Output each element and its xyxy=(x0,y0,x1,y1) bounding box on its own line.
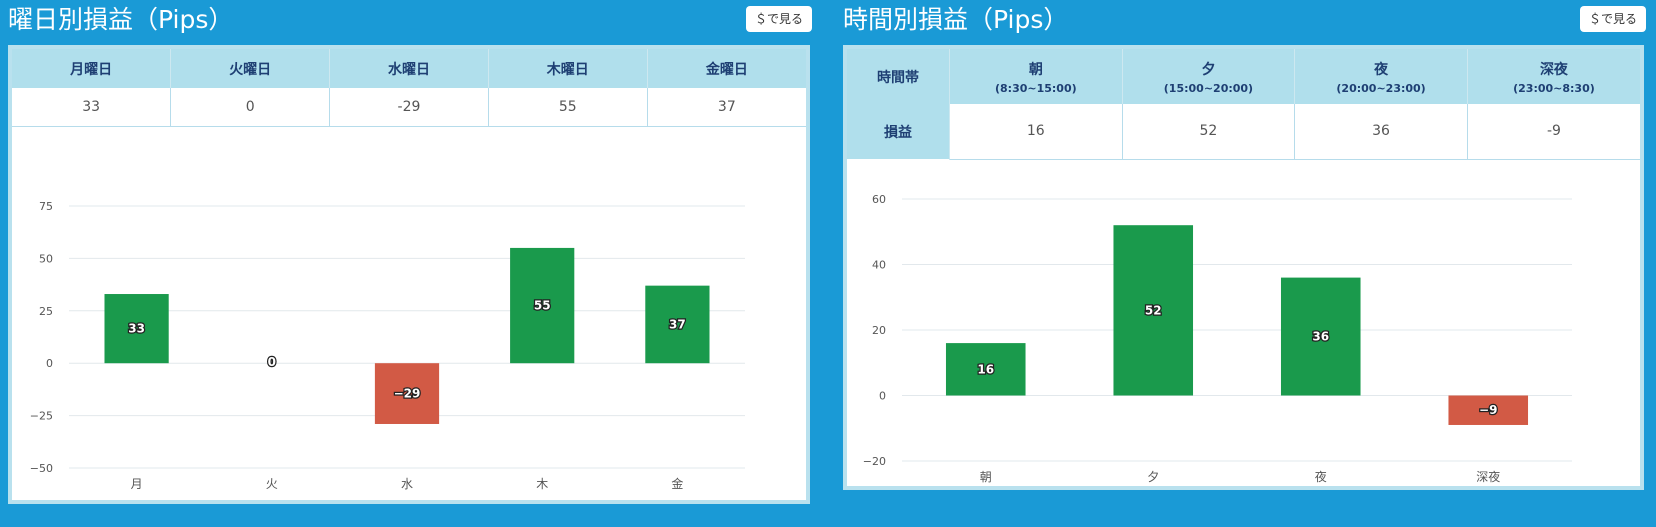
hour-header-night-name: 夜 xyxy=(1374,61,1389,78)
hour-header-night-range: (20:00~23:00) xyxy=(1336,81,1426,95)
weekday-header-mon: 月曜日 xyxy=(12,49,172,88)
hour-category-label: 夜 xyxy=(1315,469,1327,484)
weekday-category-label: 水 xyxy=(401,477,413,491)
weekday-header-thu: 木曜日 xyxy=(488,49,648,88)
hour-y-tick-label: 0 xyxy=(879,390,886,403)
hour-y-tick-label: 60 xyxy=(872,193,886,206)
hour-title: 時間別損益（Pips） xyxy=(843,5,1069,34)
weekday-value-wed: -29 xyxy=(329,88,489,127)
weekday-y-tick-label: 50 xyxy=(39,252,53,265)
hour-header-evening: 夕 (15:00~20:00) xyxy=(1122,49,1296,104)
weekday-category-label: 火 xyxy=(266,477,278,491)
hour-category-label: 夕 xyxy=(1147,470,1159,484)
hour-row-header-pnl: 損益 xyxy=(847,104,950,159)
weekday-y-tick-label: 75 xyxy=(39,200,53,213)
hour-card: 時間帯 朝 (8:30~15:00) 夕 (15:00~20:00) 夜 (20:00… xyxy=(843,45,1644,490)
weekday-header-wed: 水曜日 xyxy=(329,49,489,88)
hour-bar-chart: −20 0 20 40 60 16 朝 52 夕 36 夜 −9 深夜 xyxy=(863,193,1572,484)
hour-value-latenight: -9 xyxy=(1467,104,1640,160)
hour-header-evening-range: (15:00~20:00) xyxy=(1163,81,1254,95)
weekday-data-label: −29 xyxy=(394,387,421,401)
weekday-value-tue: 0 xyxy=(170,88,331,127)
hour-table: 時間帯 朝 (8:30~15:00) 夕 (15:00~20:00) 夜 (20:00… xyxy=(847,49,1640,160)
hour-header-latenight: 深夜 (23:00~8:30) xyxy=(1467,49,1640,104)
weekday-value-thu: 55 xyxy=(488,88,648,127)
hour-header-night: 夜 (20:00~23:00) xyxy=(1294,49,1468,104)
weekday-panel: 曜日別損益（Pips） ＄で見る 月曜日 火曜日 水曜日 木曜日 金曜日 33 … xyxy=(0,0,822,509)
weekday-table: 月曜日 火曜日 水曜日 木曜日 金曜日 33 0 -29 55 37 xyxy=(12,49,806,127)
hour-data-label: 52 xyxy=(1145,303,1162,317)
hour-y-tick-label: 20 xyxy=(872,324,886,337)
weekday-y-tick-label: 0 xyxy=(46,357,53,370)
hour-header-morning-name: 朝 xyxy=(1028,61,1043,78)
hour-header-morning-range: (8:30~15:00) xyxy=(994,81,1077,95)
weekday-y-tick-label: −25 xyxy=(30,410,53,423)
hour-category-label: 深夜 xyxy=(1476,469,1500,484)
weekday-category-label: 金 xyxy=(671,476,683,491)
hour-header-evening-name: 夕 xyxy=(1201,61,1216,78)
hour-data-label: 36 xyxy=(1312,330,1329,344)
hour-data-label: −9 xyxy=(1479,403,1497,417)
hour-row-header-timeband: 時間帯 xyxy=(847,49,950,104)
weekday-header-tue: 火曜日 xyxy=(170,49,331,88)
weekday-y-tick-label: −50 xyxy=(30,462,53,475)
weekday-value-fri: 37 xyxy=(647,88,806,127)
hour-value-morning: 16 xyxy=(949,104,1123,160)
hour-y-tick-label: −20 xyxy=(863,455,886,468)
weekday-title: 曜日別損益（Pips） xyxy=(8,5,234,34)
hour-value-night: 36 xyxy=(1294,104,1468,160)
weekday-data-label: 55 xyxy=(534,299,551,313)
hour-value-evening: 52 xyxy=(1122,104,1296,160)
weekday-data-label: 37 xyxy=(669,317,686,331)
hour-header-latenight-name: 深夜 xyxy=(1539,61,1568,78)
weekday-category-label: 木 xyxy=(536,477,548,491)
weekday-card: 月曜日 火曜日 水曜日 木曜日 金曜日 33 0 -29 55 37 −50 −2… xyxy=(8,45,810,504)
weekday-value-mon: 33 xyxy=(12,88,172,127)
hour-y-tick-label: 40 xyxy=(872,259,886,272)
weekday-header-fri: 金曜日 xyxy=(647,49,806,88)
weekday-category-label: 月 xyxy=(131,477,143,491)
hour-data-label: 16 xyxy=(977,362,994,376)
weekday-data-label: 33 xyxy=(128,322,145,336)
hour-header-latenight-range: (23:00~8:30) xyxy=(1513,81,1595,95)
hour-panel: 時間別損益（Pips） ＄で見る 時間帯 朝 (8:30~15:00) 夕 (15:… xyxy=(835,0,1656,509)
hour-category-label: 朝 xyxy=(980,470,992,484)
hour-header-morning: 朝 (8:30~15:00) xyxy=(949,49,1123,104)
weekday-data-label: 0 xyxy=(268,355,276,369)
weekday-bar-chart: −50 −25 0 25 50 75 33 月 0 火 −29 水 55 木 37 金 xyxy=(30,200,745,491)
weekday-y-tick-label: 25 xyxy=(39,305,53,318)
hour-usd-button[interactable]: ＄で見る xyxy=(1579,6,1646,32)
weekday-usd-button[interactable]: ＄で見る xyxy=(745,6,812,32)
